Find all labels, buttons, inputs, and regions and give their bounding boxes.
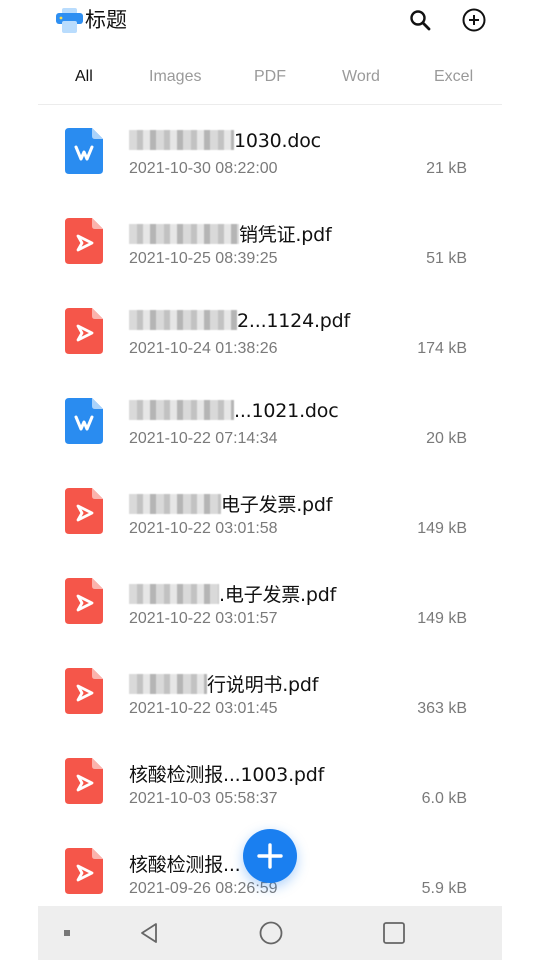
nav-menu-dot[interactable] xyxy=(64,930,70,936)
tab-word[interactable]: Word xyxy=(342,68,380,86)
home-circle-icon xyxy=(259,921,283,945)
file-date: 2021-10-22 03:01:57 xyxy=(129,610,278,627)
tab-excel[interactable]: Excel xyxy=(434,68,473,86)
file-size: 149 kB xyxy=(417,520,467,537)
pdf-file-icon xyxy=(65,488,103,534)
file-size: 20 kB xyxy=(426,430,467,447)
file-name-text: 1030.doc xyxy=(234,130,321,152)
file-name: 核酸检测报...1003.pdf xyxy=(129,760,324,787)
file-row[interactable]: ...1021.doc 2021-10-22 07:14:34 20 kB xyxy=(0,377,540,467)
redacted-name-part xyxy=(129,674,207,694)
nav-recents-button[interactable] xyxy=(379,918,409,948)
file-row[interactable]: 1030.doc 2021-10-30 08:22:00 21 kB xyxy=(0,107,540,197)
file-date: 2021-09-26 08:26:59 xyxy=(129,880,278,897)
file-name: 2...1124.pdf xyxy=(129,310,350,332)
file-size: 5.9 kB xyxy=(421,880,467,897)
file-name: 1030.doc xyxy=(129,130,321,152)
pdf-file-icon xyxy=(65,668,103,714)
file-row[interactable]: 2...1124.pdf 2021-10-24 01:38:26 174 kB xyxy=(0,287,540,377)
pdf-file-icon xyxy=(65,218,103,264)
file-name-text: ...1021.doc xyxy=(234,400,339,422)
file-row[interactable]: 行说明书.pdf 2021-10-22 03:01:45 363 kB xyxy=(0,647,540,737)
file-size: 363 kB xyxy=(417,700,467,717)
file-date: 2021-10-30 08:22:00 xyxy=(129,160,278,177)
nav-home-button[interactable] xyxy=(256,918,286,948)
file-name: 电子发票.pdf xyxy=(129,490,332,517)
file-row[interactable]: 电子发票.pdf 2021-10-22 03:01:58 149 kB xyxy=(0,467,540,557)
redacted-name-part xyxy=(129,224,239,244)
file-size: 51 kB xyxy=(426,250,467,267)
filter-tabs: All Images PDF Word Excel xyxy=(38,58,502,105)
file-name-text: 行说明书.pdf xyxy=(207,674,319,696)
file-row[interactable]: .电子发票.pdf 2021-10-22 03:01:57 149 kB xyxy=(0,557,540,647)
pdf-file-icon xyxy=(65,578,103,624)
file-name-text: 电子发票.pdf xyxy=(221,494,333,516)
file-name: 行说明书.pdf xyxy=(129,670,318,697)
file-name: 销凭证.pdf xyxy=(129,220,332,247)
tab-all[interactable]: All xyxy=(75,68,93,86)
file-name: .电子发票.pdf xyxy=(129,580,336,607)
file-size: 174 kB xyxy=(417,340,467,357)
tab-pdf[interactable]: PDF xyxy=(254,68,286,86)
pdf-file-icon xyxy=(65,848,103,894)
file-name-text: .电子发票.pdf xyxy=(219,584,337,606)
file-size: 6.0 kB xyxy=(421,790,467,807)
file-name-text: 销凭证.pdf xyxy=(239,224,332,246)
word-file-icon xyxy=(65,398,103,444)
redacted-name-part xyxy=(129,400,234,420)
file-name-text: 2...1124.pdf xyxy=(237,310,351,332)
file-date: 2021-10-03 05:58:37 xyxy=(129,790,278,807)
file-date: 2021-10-22 07:14:34 xyxy=(129,430,278,447)
redacted-name-part xyxy=(129,584,219,604)
add-button[interactable] xyxy=(460,6,488,34)
pdf-file-icon xyxy=(65,308,103,354)
plus-icon xyxy=(257,843,283,869)
file-date: 2021-10-22 03:01:45 xyxy=(129,700,278,717)
system-nav-bar xyxy=(38,906,502,960)
add-fab-button[interactable] xyxy=(243,829,297,883)
file-size: 21 kB xyxy=(426,160,467,177)
file-name: ...1021.doc xyxy=(129,400,339,422)
file-name-text: 核酸检测报...1003.pdf xyxy=(129,764,325,786)
search-icon xyxy=(410,10,431,31)
redacted-name-part xyxy=(129,310,237,330)
file-size: 149 kB xyxy=(417,610,467,627)
recents-square-icon xyxy=(383,922,405,944)
redacted-name-part xyxy=(129,494,221,514)
word-file-icon xyxy=(65,128,103,174)
back-triangle-icon xyxy=(141,923,157,943)
file-row[interactable]: 销凭证.pdf 2021-10-25 08:39:25 51 kB xyxy=(0,197,540,287)
search-button[interactable] xyxy=(406,6,434,34)
app-header: 标题 xyxy=(0,0,540,42)
file-date: 2021-10-25 08:39:25 xyxy=(129,250,278,267)
page-title: 标题 xyxy=(85,8,127,32)
file-row[interactable]: 核酸检测报...1003.pdf 2021-10-03 05:58:37 6.0 k… xyxy=(0,737,540,827)
redacted-name-part xyxy=(129,130,234,150)
file-date: 2021-10-24 01:38:26 xyxy=(129,340,278,357)
tab-images[interactable]: Images xyxy=(149,68,201,86)
printer-icon xyxy=(56,8,83,33)
nav-back-button[interactable] xyxy=(134,918,164,948)
file-date: 2021-10-22 03:01:58 xyxy=(129,520,278,537)
add-circle-icon xyxy=(462,8,486,32)
pdf-file-icon xyxy=(65,758,103,804)
